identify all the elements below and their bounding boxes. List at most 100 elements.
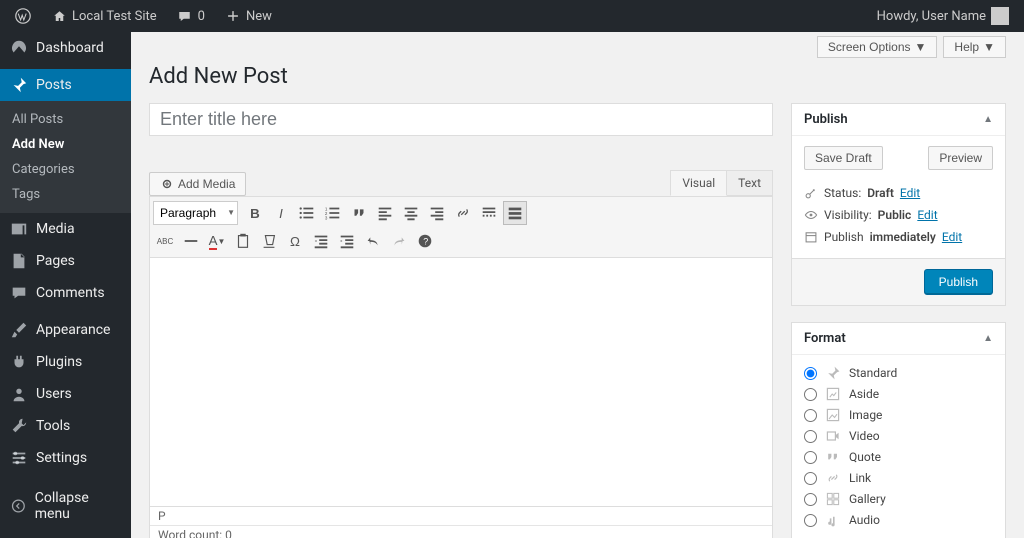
- comment-icon: [177, 8, 193, 24]
- toolbar-toggle-button[interactable]: [503, 201, 527, 225]
- format-radio[interactable]: [804, 367, 817, 380]
- standard-format-icon: [825, 365, 841, 381]
- quote-format-icon: [825, 449, 841, 465]
- edit-visibility-link[interactable]: Edit: [917, 208, 937, 222]
- chevron-up-icon: ▲: [983, 333, 993, 344]
- sidebar-item-tools[interactable]: Tools: [0, 410, 131, 442]
- collapse-menu[interactable]: Collapse menu: [0, 483, 131, 529]
- format-radio[interactable]: [804, 472, 817, 485]
- word-count: Word count: 0: [150, 526, 772, 538]
- sidebar-item-media[interactable]: Media: [0, 213, 131, 245]
- format-option-gallery[interactable]: Gallery: [804, 491, 993, 507]
- format-option-aside[interactable]: Aside: [804, 386, 993, 402]
- sidebar-item-plugins[interactable]: Plugins: [0, 346, 131, 378]
- sidebar-item-comments[interactable]: Comments: [0, 277, 131, 309]
- submenu-categories[interactable]: Categories: [0, 157, 131, 182]
- new-content-link[interactable]: New: [218, 8, 279, 24]
- format-option-link[interactable]: Link: [804, 470, 993, 486]
- link-format-icon: [825, 470, 841, 486]
- pin-icon: [10, 76, 28, 94]
- edit-schedule-link[interactable]: Edit: [942, 230, 962, 244]
- eye-icon: [804, 208, 818, 222]
- sidebar-item-label: Dashboard: [36, 40, 104, 56]
- publish-box: Publish ▲ Save Draft Preview Status: Dra…: [791, 103, 1006, 306]
- sidebar-item-posts[interactable]: Posts: [0, 69, 131, 101]
- comment-icon: [10, 284, 28, 302]
- paste-text-button[interactable]: [231, 229, 255, 253]
- post-title-input[interactable]: [149, 103, 773, 136]
- wp-logo-menu[interactable]: [8, 8, 38, 24]
- edit-status-link[interactable]: Edit: [900, 186, 920, 200]
- help-button-toolbar[interactable]: ?: [413, 229, 437, 253]
- format-radio[interactable]: [804, 493, 817, 506]
- submenu-tags[interactable]: Tags: [0, 182, 131, 207]
- format-radio[interactable]: [804, 409, 817, 422]
- align-center-button[interactable]: [399, 201, 423, 225]
- format-radio[interactable]: [804, 514, 817, 527]
- submenu-add-new[interactable]: Add New: [0, 132, 131, 157]
- insert-more-button[interactable]: [477, 201, 501, 225]
- format-option-label: Aside: [849, 387, 879, 401]
- screen-options-button[interactable]: Screen Options ▼: [817, 36, 938, 58]
- editor-tab-text[interactable]: Text: [727, 170, 773, 196]
- align-right-button[interactable]: [425, 201, 449, 225]
- undo-button[interactable]: [361, 229, 385, 253]
- publish-box-header[interactable]: Publish ▲: [792, 104, 1005, 136]
- comments-link[interactable]: 0: [170, 8, 212, 24]
- format-select[interactable]: Paragraph: [153, 201, 238, 225]
- blockquote-button[interactable]: [347, 201, 371, 225]
- schedule-value: immediately: [870, 230, 936, 244]
- format-radio[interactable]: [804, 451, 817, 464]
- format-box-header[interactable]: Format ▲: [792, 323, 1005, 355]
- indent-button[interactable]: [335, 229, 359, 253]
- schedule-label: Publish: [824, 230, 864, 244]
- add-media-label: Add Media: [178, 177, 235, 191]
- bold-button[interactable]: B: [243, 201, 267, 225]
- help-button[interactable]: Help ▼: [943, 36, 1006, 58]
- bullet-list-button[interactable]: [295, 201, 319, 225]
- format-option-label: Link: [849, 471, 871, 485]
- preview-button[interactable]: Preview: [928, 146, 993, 170]
- special-char-button[interactable]: Ω: [283, 229, 307, 253]
- format-option-label: Video: [849, 429, 880, 443]
- redo-button[interactable]: [387, 229, 411, 253]
- sidebar-item-users[interactable]: Users: [0, 378, 131, 410]
- format-radio[interactable]: [804, 388, 817, 401]
- editor-tab-visual[interactable]: Visual: [670, 170, 727, 196]
- sidebar-item-settings[interactable]: Settings: [0, 442, 131, 474]
- format-option-audio[interactable]: Audio: [804, 512, 993, 528]
- editor-content-area[interactable]: [149, 257, 773, 507]
- key-icon: [804, 186, 818, 200]
- calendar-icon: [804, 230, 818, 244]
- link-button[interactable]: [451, 201, 475, 225]
- format-radio[interactable]: [804, 430, 817, 443]
- number-list-button[interactable]: 123: [321, 201, 345, 225]
- hr-button[interactable]: [179, 229, 203, 253]
- help-label: Help: [954, 40, 979, 54]
- submenu-all-posts[interactable]: All Posts: [0, 107, 131, 132]
- sidebar-item-dashboard[interactable]: Dashboard: [0, 32, 131, 64]
- publish-button[interactable]: Publish: [924, 269, 993, 295]
- clear-format-button[interactable]: [257, 229, 281, 253]
- add-media-button[interactable]: Add Media: [149, 172, 246, 196]
- format-option-label: Image: [849, 408, 882, 422]
- text-color-button[interactable]: A ▼: [205, 229, 229, 253]
- admin-sidebar: Dashboard Posts All Posts Add New Catego…: [0, 32, 131, 538]
- site-link[interactable]: Local Test Site: [44, 8, 164, 24]
- sidebar-item-pages[interactable]: Pages: [0, 245, 131, 277]
- editor-toolbar: Paragraph B I 123: [149, 196, 773, 257]
- format-option-image[interactable]: Image: [804, 407, 993, 423]
- sidebar-item-appearance[interactable]: Appearance: [0, 314, 131, 346]
- outdent-button[interactable]: [309, 229, 333, 253]
- format-option-standard[interactable]: Standard: [804, 365, 993, 381]
- strikethrough-button[interactable]: ABC: [153, 229, 177, 253]
- format-option-video[interactable]: Video: [804, 428, 993, 444]
- chevron-down-icon: ▼: [915, 40, 927, 54]
- align-left-button[interactable]: [373, 201, 397, 225]
- format-option-quote[interactable]: Quote: [804, 449, 993, 465]
- italic-button[interactable]: I: [269, 201, 293, 225]
- save-draft-button[interactable]: Save Draft: [804, 146, 883, 170]
- account-link[interactable]: Howdy, User Name: [870, 7, 1016, 25]
- wrench-icon: [10, 417, 28, 435]
- sidebar-item-label: Tools: [36, 418, 70, 434]
